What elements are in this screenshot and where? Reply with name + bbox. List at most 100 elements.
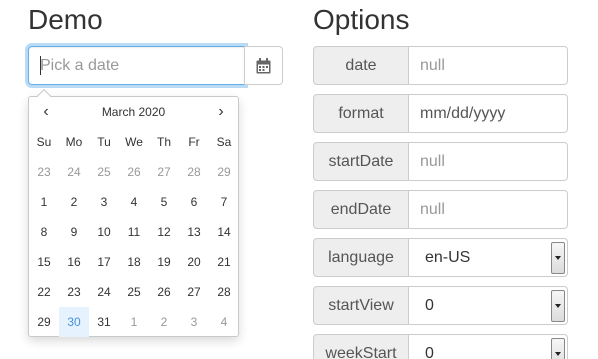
option-input-placeholder: null: [420, 56, 445, 74]
option-label-format: format: [313, 94, 409, 133]
calendar-day[interactable]: 19: [149, 247, 179, 277]
calendar-day[interactable]: 6: [179, 187, 209, 217]
week-row: 23 24 25 26 27 28 29: [29, 157, 240, 187]
weekday-header-row: Su Mo Tu We Th Fr Sa: [29, 127, 240, 157]
option-row-weekstart: weekStart 0: [313, 334, 568, 359]
calendar-day[interactable]: 5: [149, 187, 179, 217]
weekday-label: We: [125, 135, 143, 149]
prev-month-button[interactable]: ‹: [31, 101, 61, 123]
date-input-group: [28, 46, 283, 85]
calendar-day[interactable]: 10: [89, 217, 119, 247]
calendar-day[interactable]: 9: [59, 217, 89, 247]
weekday-label: Fr: [188, 135, 200, 149]
calendar-day[interactable]: 28: [179, 157, 209, 187]
calendar-day[interactable]: 15: [29, 247, 59, 277]
select-dropdown-button[interactable]: [551, 242, 565, 274]
calendar-day[interactable]: 23: [29, 157, 59, 187]
option-input-startdate[interactable]: null: [408, 142, 568, 181]
calendar-day-today[interactable]: 30: [59, 307, 89, 337]
calendar-day[interactable]: 26: [149, 277, 179, 307]
select-dropdown-button[interactable]: [551, 338, 565, 359]
week-row: 22 23 24 25 26 27 28: [29, 277, 240, 307]
calendar-day[interactable]: 2: [59, 187, 89, 217]
calendar-day[interactable]: 13: [179, 217, 209, 247]
option-row-enddate: endDate null: [313, 190, 568, 229]
option-row-startview: startView 0: [313, 286, 568, 325]
chevron-down-icon: [555, 352, 561, 356]
option-label-language: language: [313, 238, 409, 277]
demo-title: Demo: [28, 4, 103, 35]
option-input-enddate[interactable]: null: [408, 190, 568, 229]
calendar-day[interactable]: 18: [119, 247, 149, 277]
weekday-label: Th: [156, 135, 171, 149]
calendar-day[interactable]: 20: [179, 247, 209, 277]
option-row-language: language en-US: [313, 238, 568, 277]
option-label-startview: startView: [313, 286, 409, 325]
calendar-day[interactable]: 29: [209, 157, 239, 187]
option-label-date: date: [313, 46, 409, 85]
calendar-day[interactable]: 17: [89, 247, 119, 277]
weekday-label: Tu: [97, 135, 111, 149]
calendar-day[interactable]: 28: [209, 277, 239, 307]
week-row: 8 9 10 11 12 13 14: [29, 217, 240, 247]
calendar-day[interactable]: 21: [209, 247, 239, 277]
week-row: 15 16 17 18 19 20 21: [29, 247, 240, 277]
calendar-day[interactable]: 26: [119, 157, 149, 187]
next-month-button[interactable]: ›: [206, 101, 236, 123]
option-select-language[interactable]: en-US: [408, 238, 568, 277]
week-row: 29 30 31 1 2 3 4: [29, 307, 240, 337]
calendar-day[interactable]: 31: [89, 307, 119, 337]
weekday-label: Su: [36, 135, 52, 149]
calendar-day[interactable]: 23: [59, 277, 89, 307]
calendar-day[interactable]: 25: [89, 157, 119, 187]
option-input-placeholder: null: [420, 152, 445, 170]
calendar-day[interactable]: 25: [119, 277, 149, 307]
select-dropdown-button[interactable]: [551, 290, 565, 322]
option-input-date[interactable]: null: [408, 46, 568, 85]
calendar-day[interactable]: 22: [29, 277, 59, 307]
option-select-value: en-US: [425, 248, 471, 266]
option-select-value: 0: [425, 344, 434, 359]
option-input-value: mm/dd/yyyy: [420, 104, 506, 122]
option-label-startdate: startDate: [313, 142, 409, 181]
calendar-day[interactable]: 4: [119, 187, 149, 217]
weekday-label: Sa: [216, 135, 232, 149]
options-title: Options: [313, 4, 410, 35]
option-select-value: 0: [425, 296, 434, 314]
option-row-date: date null: [313, 46, 568, 85]
option-label-weekstart: weekStart: [313, 334, 409, 359]
calendar-icon: [256, 57, 271, 73]
option-label-enddate: endDate: [313, 190, 409, 229]
text-cursor: [40, 56, 41, 75]
chevron-down-icon: [555, 256, 561, 260]
date-picker-input[interactable]: [28, 46, 245, 85]
calendar-grid: Su Mo Tu We Th Fr Sa 23 24 25 26 27 28 29 1 2 3 4 5 6 7 8 9 10 1…: [29, 127, 240, 337]
calendar-day[interactable]: 2: [149, 307, 179, 337]
option-row-startdate: startDate null: [313, 142, 568, 181]
calendar-day[interactable]: 3: [89, 187, 119, 217]
option-input-format[interactable]: mm/dd/yyyy: [408, 94, 568, 133]
calendar-day[interactable]: 27: [179, 277, 209, 307]
option-select-weekstart[interactable]: 0: [408, 334, 568, 359]
calendar-day[interactable]: 8: [29, 217, 59, 247]
calendar-day[interactable]: 24: [89, 277, 119, 307]
chevron-down-icon: [555, 304, 561, 308]
month-year-switch[interactable]: March 2020: [69, 105, 198, 119]
calendar-day[interactable]: 16: [59, 247, 89, 277]
calendar-day[interactable]: 7: [209, 187, 239, 217]
calendar-day[interactable]: 14: [209, 217, 239, 247]
calendar-day[interactable]: 1: [29, 187, 59, 217]
calendar-addon-button[interactable]: [244, 46, 283, 85]
calendar-day[interactable]: 12: [149, 217, 179, 247]
option-select-startview[interactable]: 0: [408, 286, 568, 325]
week-row: 1234567: [29, 187, 240, 217]
calendar-day[interactable]: 1: [119, 307, 149, 337]
calendar-day[interactable]: 4: [209, 307, 239, 337]
calendar-day[interactable]: 27: [149, 157, 179, 187]
calendar-day[interactable]: 11: [119, 217, 149, 247]
option-input-placeholder: null: [420, 200, 445, 218]
calendar-day[interactable]: 29: [29, 307, 59, 337]
calendar-day[interactable]: 24: [59, 157, 89, 187]
option-row-format: format mm/dd/yyyy: [313, 94, 568, 133]
calendar-day[interactable]: 3: [179, 307, 209, 337]
